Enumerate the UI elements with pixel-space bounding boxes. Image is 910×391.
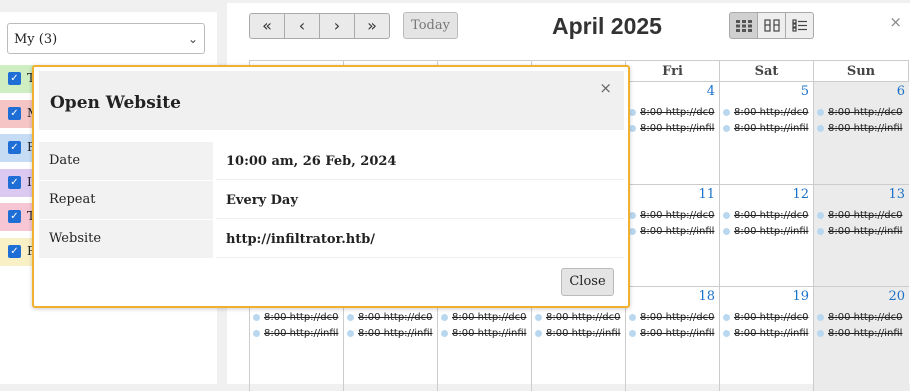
day-number[interactable]: 12 <box>792 187 809 202</box>
checkbox-icon[interactable]: ✓ <box>8 72 21 85</box>
event-details-dialog: Open Website × Date 10:00 am, 26 Feb, 20… <box>32 65 630 308</box>
day-cell[interactable]: 6 8:00 http://dc0 8:00 http://infil <box>813 81 909 184</box>
event-item[interactable]: 8:00 http://infil <box>723 328 808 339</box>
calendar-select[interactable]: My (3) ⌄ <box>7 23 205 54</box>
list-icon <box>791 19 807 32</box>
day-header-sat: Sat <box>719 61 813 81</box>
event-item[interactable]: 8:00 http://infil <box>817 328 902 339</box>
detail-label: Repeat <box>39 181 213 219</box>
day-cell[interactable]: 4 8:00 http://dc0 8:00 http://infil <box>625 81 719 184</box>
chevron-down-icon: ⌄ <box>187 32 198 46</box>
event-item[interactable]: 8:00 http://dc0 <box>629 107 714 118</box>
detail-value: Every Day <box>216 181 624 219</box>
event-item[interactable]: 8:00 http://dc0 <box>817 210 902 221</box>
checkbox-icon[interactable]: ✓ <box>8 107 21 120</box>
nav-buttons: « ‹ › » <box>249 13 390 39</box>
day-number[interactable]: 18 <box>698 289 715 304</box>
day-number[interactable]: 5 <box>801 84 809 99</box>
event-item[interactable]: 8:00 http://dc0 <box>629 210 714 221</box>
day-cell[interactable]: 12 8:00 http://dc0 8:00 http://infil <box>719 184 813 286</box>
event-item[interactable]: 8:00 http://infil <box>817 123 902 134</box>
list-view-button[interactable] <box>785 12 814 39</box>
event-item[interactable]: 8:00 http://infil <box>253 328 338 339</box>
next-button[interactable]: › <box>319 13 355 39</box>
calendar-select-value: My (3) <box>14 32 58 47</box>
detail-row-repeat: Repeat Every Day <box>39 181 624 219</box>
day-number[interactable]: 20 <box>888 289 905 304</box>
detail-label: Date <box>39 142 213 180</box>
day-number[interactable]: 13 <box>888 187 905 202</box>
event-item[interactable]: 8:00 http://infil <box>629 328 714 339</box>
month-view-button[interactable] <box>729 12 758 39</box>
detail-value: 10:00 am, 26 Feb, 2024 <box>216 142 624 180</box>
month-grid-icon <box>735 19 752 32</box>
event-item[interactable]: 8:00 http://dc0 <box>441 312 526 323</box>
day-cell[interactable]: 11 8:00 http://dc0 8:00 http://infil <box>625 184 719 286</box>
detail-row-website: Website http://infiltrator.htb/ <box>39 220 624 258</box>
day-cell[interactable]: 13 8:00 http://dc0 8:00 http://infil <box>813 184 909 286</box>
event-item[interactable]: 8:00 http://dc0 <box>253 312 338 323</box>
event-item[interactable]: 8:00 http://dc0 <box>817 312 902 323</box>
month-title: April 2025 <box>552 13 662 39</box>
event-item[interactable]: 8:00 http://infil <box>441 328 526 339</box>
dialog-title: Open Website <box>50 93 181 113</box>
detail-value[interactable]: http://infiltrator.htb/ <box>216 220 624 258</box>
close-button[interactable]: Close <box>561 268 614 296</box>
event-item[interactable]: 8:00 http://dc0 <box>535 312 620 323</box>
event-item[interactable]: 8:00 http://infil <box>817 226 902 237</box>
today-button[interactable]: Today <box>403 12 458 39</box>
event-item[interactable]: 8:00 http://dc0 <box>347 312 432 323</box>
event-item[interactable]: 8:00 http://dc0 <box>629 312 714 323</box>
event-item[interactable]: 8:00 http://infil <box>629 226 714 237</box>
event-item[interactable]: 8:00 http://dc0 <box>723 210 808 221</box>
event-item[interactable]: 8:00 http://infil <box>723 123 808 134</box>
checkbox-icon[interactable]: ✓ <box>8 210 21 223</box>
event-item[interactable]: 8:00 http://infil <box>629 123 714 134</box>
detail-row-date: Date 10:00 am, 26 Feb, 2024 <box>39 142 624 180</box>
week-view-button[interactable] <box>757 12 786 39</box>
week-columns-icon <box>763 19 780 32</box>
day-number[interactable]: 4 <box>707 84 715 99</box>
event-item[interactable]: 8:00 http://dc0 <box>817 107 902 118</box>
close-icon[interactable]: × <box>889 13 902 31</box>
event-item[interactable]: 8:00 http://infil <box>723 226 808 237</box>
last-button[interactable]: » <box>354 13 390 39</box>
day-number[interactable]: 19 <box>792 289 809 304</box>
day-header-fri: Fri <box>625 61 719 81</box>
first-button[interactable]: « <box>249 13 285 39</box>
event-item[interactable]: 8:00 http://dc0 <box>723 107 808 118</box>
checkbox-icon[interactable]: ✓ <box>8 141 21 154</box>
checkbox-icon[interactable]: ✓ <box>8 245 21 258</box>
close-icon[interactable]: × <box>599 79 612 97</box>
day-cell[interactable]: 5 8:00 http://dc0 8:00 http://infil <box>719 81 813 184</box>
day-cell[interactable]: 20 8:00 http://dc0 8:00 http://infil <box>813 286 909 391</box>
event-item[interactable]: 8:00 http://infil <box>347 328 432 339</box>
view-switcher <box>729 12 814 39</box>
day-number[interactable]: 6 <box>897 84 905 99</box>
detail-label: Website <box>39 220 213 258</box>
event-item[interactable]: 8:00 http://infil <box>535 328 620 339</box>
day-cell[interactable]: 18 8:00 http://dc0 8:00 http://infil <box>625 286 719 391</box>
day-cell[interactable]: 19 8:00 http://dc0 8:00 http://infil <box>719 286 813 391</box>
prev-button[interactable]: ‹ <box>284 13 320 39</box>
day-number[interactable]: 11 <box>698 187 715 202</box>
dialog-header: Open Website × <box>39 71 624 130</box>
day-header-sun: Sun <box>813 61 909 81</box>
checkbox-icon[interactable]: ✓ <box>8 176 21 189</box>
event-item[interactable]: 8:00 http://dc0 <box>723 312 808 323</box>
